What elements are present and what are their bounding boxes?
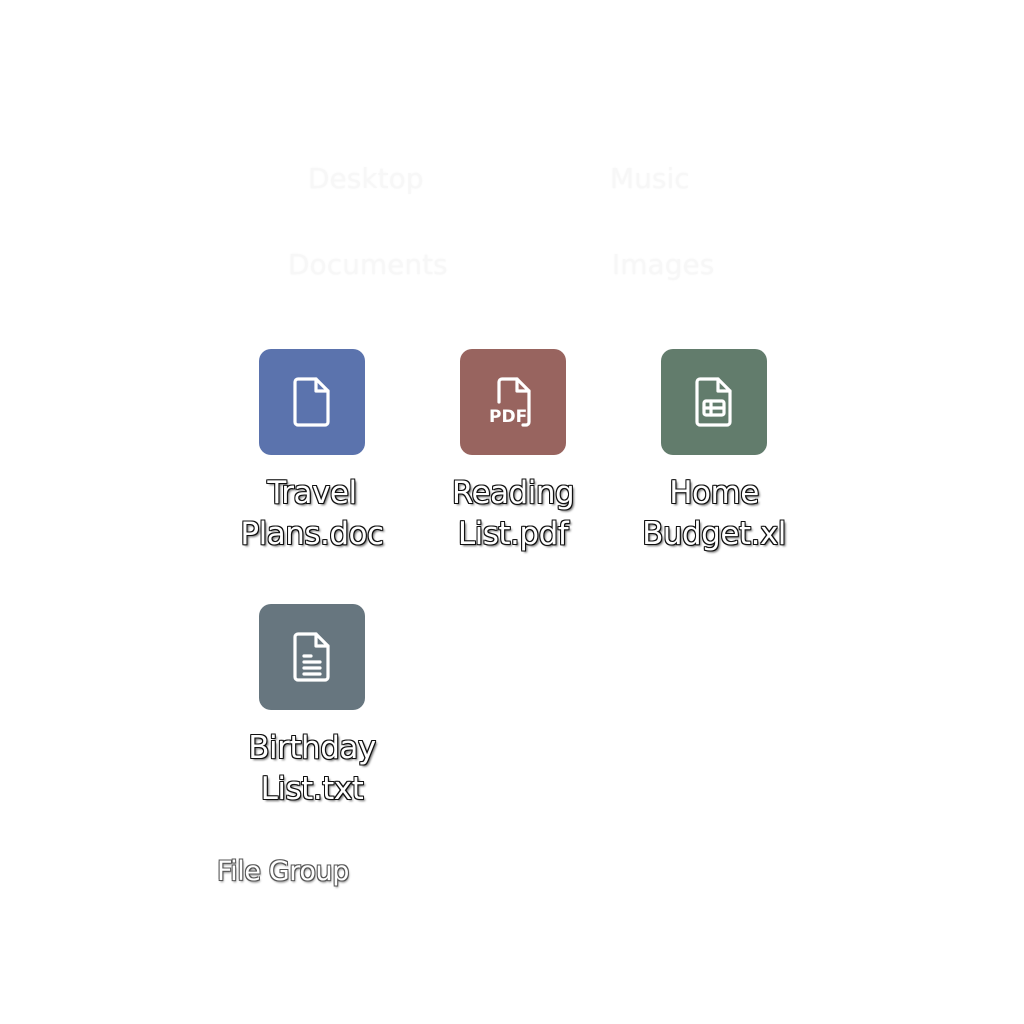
file-name-line: Plans.doc xyxy=(240,516,384,552)
file-name-line: Travel xyxy=(267,475,357,511)
file-name-label: Home Budget.xl xyxy=(614,473,814,555)
file-name-label: Reading List.pdf xyxy=(413,473,613,555)
file-name-line: Budget.xl xyxy=(642,516,786,552)
spreadsheet-icon[interactable] xyxy=(661,349,767,455)
file-birthday-list[interactable]: Birthday List.txt xyxy=(212,604,412,810)
text-file-icon[interactable] xyxy=(259,604,365,710)
background-label-images: Images xyxy=(612,248,715,281)
file-name-line: List.pdf xyxy=(457,516,569,552)
background-label-music: Music xyxy=(610,162,690,195)
file-name-line: Reading xyxy=(451,475,575,511)
file-group-label: File Group xyxy=(217,856,349,887)
file-travel-plans[interactable]: Travel Plans.doc xyxy=(212,349,412,555)
file-name-line: Birthday xyxy=(248,730,376,766)
background-label-documents: Documents xyxy=(288,248,448,281)
svg-text:PDF: PDF xyxy=(489,407,527,427)
file-name-label: Birthday List.txt xyxy=(212,728,412,810)
background-label-desktop: Desktop xyxy=(308,162,424,195)
file-name-line: Home xyxy=(669,475,759,511)
file-home-budget[interactable]: Home Budget.xl xyxy=(614,349,814,555)
file-name-label: Travel Plans.doc xyxy=(212,473,412,555)
file-reading-list[interactable]: PDF Reading List.pdf xyxy=(413,349,613,555)
document-icon[interactable] xyxy=(259,349,365,455)
file-name-line: List.txt xyxy=(260,771,364,807)
desktop-area[interactable]: Desktop Music Documents Images Travel Pl… xyxy=(0,0,1024,1024)
pdf-icon[interactable]: PDF xyxy=(460,349,566,455)
